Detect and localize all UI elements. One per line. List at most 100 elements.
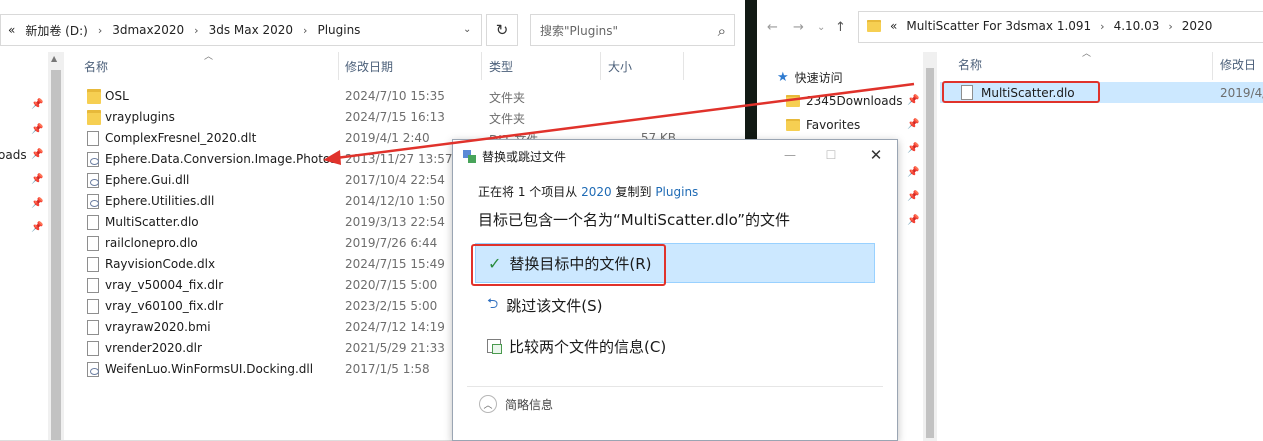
pin-icon[interactable]: 📌: [31, 174, 43, 186]
sort-ascending-icon: ︿: [1082, 49, 1092, 59]
breadcrumb[interactable]: « 新加卷 (D:) › 3dmax2020 › 3ds Max 2020 › …: [8, 22, 360, 38]
pin-icon[interactable]: 📌: [907, 215, 919, 226]
dialog-title-bar[interactable]: 替换或跳过文件: [463, 148, 566, 165]
chevron-right-icon[interactable]: ›: [303, 24, 307, 37]
replace-or-skip-dialog: 替换或跳过文件 — ☐ ✕ 正在将 1 个项目从 2020 复制到 Plugin…: [452, 139, 898, 441]
column-divider[interactable]: [1212, 52, 1213, 80]
pin-icon[interactable]: 📌: [907, 143, 919, 154]
nav-item-downloads[interactable]: oads: [0, 148, 27, 162]
skip-arrow-icon: ⮌: [487, 296, 499, 312]
scrollbar-thumb[interactable]: [926, 68, 934, 438]
pin-icon[interactable]: 📌: [31, 124, 43, 136]
minimize-icon: —: [784, 148, 796, 162]
file-date: 2019/4/1 2:40: [345, 131, 430, 145]
nav-scrollbar[interactable]: ▲: [48, 52, 64, 441]
file-icon: [87, 299, 99, 314]
minimize-button[interactable]: —: [780, 146, 800, 164]
chevron-right-icon[interactable]: ›: [98, 24, 102, 37]
chevron-right-icon[interactable]: ›: [194, 24, 198, 37]
column-header-name[interactable]: 名称: [84, 52, 108, 80]
file-name[interactable]: railclonepro.dlo: [105, 236, 198, 250]
file-date: 2017/10/4 22:54: [345, 173, 445, 187]
file-name[interactable]: vray_v60100_fix.dlr: [105, 299, 223, 313]
column-divider[interactable]: [481, 52, 482, 80]
file-name[interactable]: Ephere.Gui.dll: [105, 173, 189, 187]
file-name[interactable]: RayvisionCode.dlx: [105, 257, 215, 271]
pin-icon[interactable]: 📌: [907, 167, 919, 178]
nav-item-favorites[interactable]: Favorites: [786, 115, 860, 135]
file-name[interactable]: ComplexFresnel_2020.dlt: [105, 131, 256, 145]
breadcrumb-overflow[interactable]: «: [8, 23, 15, 37]
folder-icon: [786, 95, 800, 107]
refresh-icon: ↻: [495, 21, 509, 39]
details-label: 简略信息: [505, 397, 554, 412]
column-header-name[interactable]: 名称: [958, 52, 982, 76]
pin-icon[interactable]: 📌: [31, 222, 43, 234]
column-header-date[interactable]: 修改日期: [345, 52, 393, 80]
nav-scrollbar[interactable]: [923, 52, 937, 441]
compare-files-button[interactable]: 比较两个文件的信息(C): [475, 326, 875, 366]
pin-icon[interactable]: 📌: [31, 198, 43, 210]
copy-icon: [463, 150, 476, 163]
breadcrumb-overflow[interactable]: «: [890, 19, 897, 33]
column-header-size[interactable]: 大小: [608, 52, 632, 80]
column-divider[interactable]: [338, 52, 339, 80]
file-name[interactable]: vray_v50004_fix.dlr: [105, 278, 223, 292]
nav-item-2345downloads[interactable]: 2345Downloads: [786, 91, 902, 111]
table-row[interactable]: vrayplugins 2024/7/15 16:13 文件夹: [78, 107, 718, 128]
pin-icon[interactable]: 📌: [31, 149, 43, 161]
file-name[interactable]: WeifenLuo.WinFormsUI.Docking.dll: [105, 362, 313, 376]
source-link[interactable]: 2020: [581, 185, 612, 199]
column-header-type[interactable]: 类型: [489, 52, 513, 80]
pin-icon[interactable]: 📌: [31, 99, 43, 111]
search-input[interactable]: 搜索"Plugins" ⌕: [530, 14, 735, 46]
breadcrumb-item-3dmax2020[interactable]: 3dmax2020: [112, 23, 184, 37]
option-label: 比较两个文件的信息(C): [509, 337, 667, 356]
nav-quick-access[interactable]: ★ 快速访问: [777, 67, 843, 87]
skip-file-button[interactable]: ⮌ 跳过该文件(S): [475, 285, 875, 325]
chevron-right-icon[interactable]: ›: [1100, 20, 1104, 33]
table-row[interactable]: OSL 2024/7/10 15:35 文件夹: [78, 86, 718, 107]
column-divider[interactable]: [683, 52, 684, 80]
file-type: 文件夹: [489, 91, 526, 105]
forward-icon[interactable]: →: [793, 20, 804, 35]
scroll-up-icon[interactable]: ▲: [51, 54, 57, 63]
breadcrumb-item-version[interactable]: 4.10.03: [1114, 19, 1160, 33]
destination-link[interactable]: Plugins: [655, 185, 698, 199]
fewer-details-button[interactable]: ︿ 简略信息: [479, 395, 553, 413]
folder-icon: [867, 20, 881, 32]
file-name[interactable]: OSL: [105, 89, 129, 103]
recent-dropdown-icon[interactable]: ⌄: [817, 22, 825, 33]
file-name[interactable]: vrender2020.dlr: [105, 341, 202, 355]
pin-icon[interactable]: 📌: [907, 95, 919, 106]
breadcrumb-item-plugins[interactable]: Plugins: [317, 23, 360, 37]
breadcrumb-item-3dsmax[interactable]: 3ds Max 2020: [209, 23, 293, 37]
file-name[interactable]: vrayraw2020.bmi: [105, 320, 211, 334]
column-header-date[interactable]: 修改日: [1220, 52, 1256, 76]
divider: [467, 386, 883, 387]
breadcrumb-item-multiscatter[interactable]: MultiScatter For 3dsmax 1.091: [906, 19, 1091, 33]
breadcrumb-item-drive[interactable]: 新加卷 (D:): [25, 22, 87, 39]
file-name[interactable]: Ephere.Data.Conversion.Image.Photos: [105, 152, 337, 166]
breadcrumb-item-2020[interactable]: 2020: [1182, 19, 1213, 33]
pin-icon[interactable]: 📌: [907, 119, 919, 130]
file-date: 2019/4/: [1220, 86, 1263, 100]
breadcrumb[interactable]: « MultiScatter For 3dsmax 1.091 › 4.10.0…: [867, 19, 1212, 33]
close-button[interactable]: ✕: [866, 146, 886, 164]
back-icon[interactable]: ←: [767, 20, 778, 35]
refresh-button[interactable]: ↻: [486, 14, 518, 46]
pin-icon[interactable]: 📌: [907, 191, 919, 202]
file-name[interactable]: MultiScatter.dlo: [105, 215, 199, 229]
close-icon: ✕: [869, 146, 883, 164]
column-divider[interactable]: [600, 52, 601, 80]
folder-icon: [87, 110, 101, 125]
up-icon[interactable]: ↑: [835, 20, 846, 35]
chevron-right-icon[interactable]: ›: [1168, 20, 1172, 33]
file-name[interactable]: Ephere.Utilities.dll: [105, 194, 214, 208]
file-name[interactable]: vrayplugins: [105, 110, 175, 124]
file-icon: [87, 131, 99, 146]
chevron-down-icon[interactable]: ⌄: [463, 24, 471, 35]
search-placeholder: 搜索"Plugins": [540, 23, 619, 38]
maximize-button[interactable]: ☐: [821, 146, 841, 164]
scrollbar-thumb[interactable]: [51, 70, 61, 440]
